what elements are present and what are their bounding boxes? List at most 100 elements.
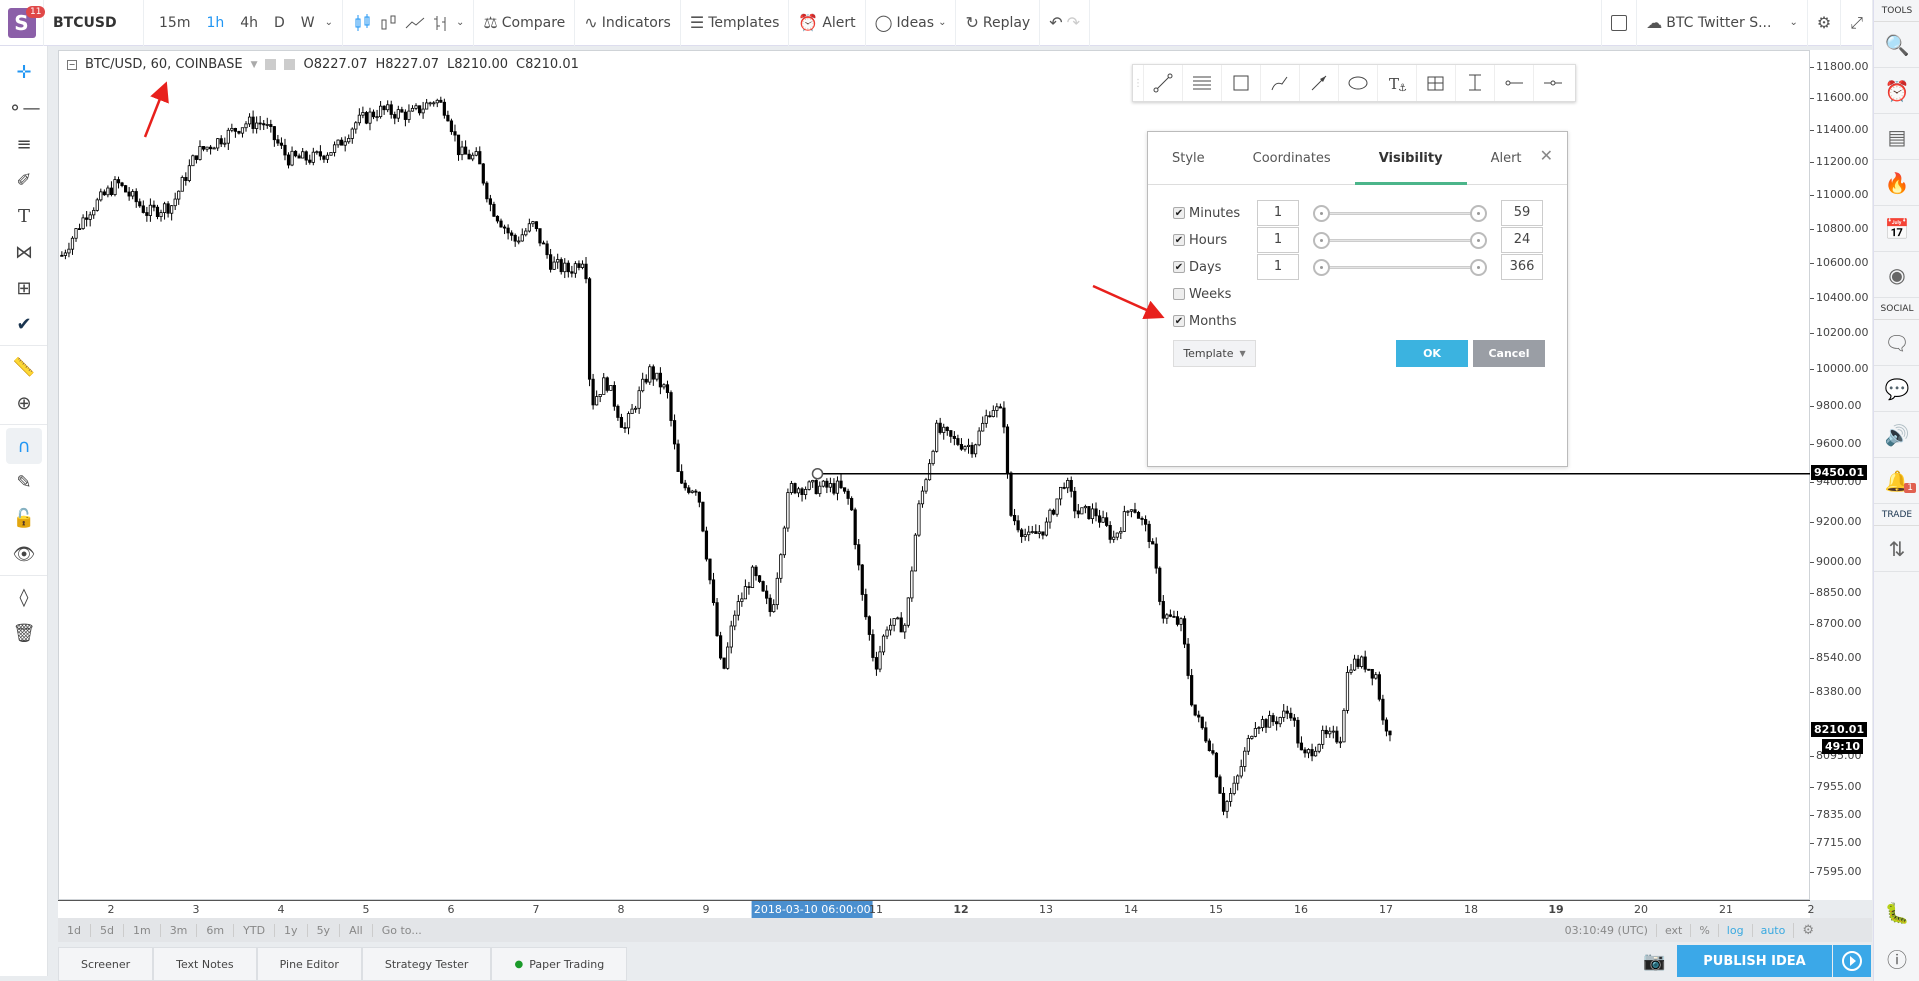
drag-handle[interactable]: ⋮	[1133, 65, 1143, 101]
settings-button[interactable]: ⚙	[1808, 0, 1842, 46]
tab-pine-editor[interactable]: Pine Editor	[256, 947, 362, 981]
range-6m[interactable]: 6m	[197, 923, 235, 937]
slider-min-handle[interactable]	[1313, 259, 1330, 276]
candles-icon[interactable]	[352, 13, 374, 33]
watchlist-icon[interactable]: 🔍	[1874, 22, 1919, 68]
trend-line-icon[interactable]	[1143, 65, 1182, 101]
replay-button[interactable]: ↻ Replay	[956, 0, 1041, 46]
range-slider[interactable]	[1313, 227, 1487, 253]
fullscreen-button[interactable]: ⤢	[1841, 0, 1872, 46]
prediction-tool[interactable]: ⊞	[0, 270, 48, 306]
template-dropdown[interactable]: Template ▼	[1173, 340, 1256, 367]
zoom-in-icon[interactable]: ⊕	[0, 385, 48, 421]
tab-paper-trading[interactable]: ● Paper Trading	[491, 947, 628, 981]
range-5d[interactable]: 5d	[91, 923, 124, 937]
range-all[interactable]: All	[340, 923, 373, 937]
ideas-button[interactable]: ◯ Ideas ⌄	[866, 0, 957, 46]
interval-d[interactable]: D	[268, 15, 291, 31]
indicators-button[interactable]: ∿ Indicators	[575, 0, 681, 46]
tab-style[interactable]: Style	[1148, 132, 1229, 185]
compare-button[interactable]: ⚖ Compare	[474, 0, 576, 46]
visibility-icon[interactable]	[265, 59, 277, 70]
lock-drawing-icon[interactable]: ✎	[0, 464, 48, 500]
checkbox-days[interactable]: ✔	[1173, 261, 1185, 273]
horizontal-line-icon[interactable]	[1533, 65, 1572, 101]
hotlist-flame-icon[interactable]: 🔥	[1874, 160, 1919, 206]
bug-icon[interactable]: 🐛	[1874, 890, 1919, 936]
bars-icon[interactable]	[430, 13, 452, 33]
checkbox-minutes[interactable]: ✔	[1173, 207, 1185, 219]
ok-button[interactable]: OK	[1396, 340, 1468, 367]
camera-icon[interactable]: 📷	[1643, 951, 1665, 972]
layout-name-button[interactable]: ☁ BTC Twitter S... ⌄	[1637, 0, 1808, 46]
user-menu-button[interactable]: S 11	[0, 0, 46, 46]
checkbox-hours[interactable]: ✔	[1173, 234, 1185, 246]
multi-chart-layout-button[interactable]	[1601, 0, 1638, 46]
tab-alert[interactable]: Alert	[1467, 132, 1546, 185]
checkbox-weeks[interactable]	[1173, 288, 1185, 300]
min-input[interactable]: 1	[1257, 200, 1299, 226]
slider-max-handle[interactable]	[1470, 232, 1487, 249]
notifications-bell-icon[interactable]: 🔔 1	[1874, 458, 1919, 504]
legend-title[interactable]: BTC/USD, 60, COINBASE	[85, 57, 243, 72]
trend-line-tool[interactable]: ⚬—	[0, 90, 48, 126]
alert-button[interactable]: ⏰ Alert	[789, 0, 866, 46]
max-input[interactable]: 366	[1501, 254, 1543, 280]
anchored-text-icon[interactable]: T ⚓	[1377, 65, 1416, 101]
range-1y[interactable]: 1y	[275, 923, 308, 937]
redo-icon[interactable]: ↷	[1067, 13, 1080, 32]
layers-icon[interactable]: ◊	[0, 579, 48, 615]
tab-strategy-tester[interactable]: Strategy Tester	[361, 947, 492, 981]
fib-tool[interactable]: ≡	[0, 126, 48, 162]
min-input[interactable]: 1	[1257, 227, 1299, 253]
alarm-clock-icon[interactable]: ⏰	[1874, 68, 1919, 114]
chevron-down-icon[interactable]: ⌄	[456, 17, 464, 28]
utc-clock[interactable]: 03:10:49 (UTC)	[1557, 924, 1656, 937]
brush-tool[interactable]: ✐	[0, 162, 48, 198]
ellipse-icon[interactable]	[1338, 65, 1377, 101]
settings-icon[interactable]	[284, 59, 296, 70]
interval-4h[interactable]: 4h	[234, 15, 264, 31]
range-1m[interactable]: 1m	[124, 923, 161, 937]
tab-coordinates[interactable]: Coordinates	[1229, 132, 1355, 185]
ruler-icon[interactable]: 📏	[0, 349, 48, 385]
tab-text-notes[interactable]: Text Notes	[153, 947, 257, 981]
slider-max-handle[interactable]	[1470, 205, 1487, 222]
range-slider[interactable]	[1313, 200, 1487, 226]
undo-icon[interactable]: ↶	[1049, 13, 1062, 32]
max-input[interactable]: 24	[1501, 227, 1543, 253]
long-position-icon[interactable]	[1416, 65, 1455, 101]
unlock-icon[interactable]: 🔓	[0, 500, 48, 536]
drawing-anchor-handle[interactable]	[811, 468, 824, 480]
play-circle-icon[interactable]	[1833, 945, 1871, 977]
range-slider[interactable]	[1313, 254, 1487, 280]
range-3m[interactable]: 3m	[161, 923, 198, 937]
price-axis[interactable]: 11800.00 11600.00 11400.00 11200.00 11000.00…	[1810, 50, 1872, 900]
collapse-icon[interactable]: −	[67, 59, 77, 70]
range-goto[interactable]: Go to...	[373, 924, 431, 937]
brush-icon[interactable]	[1260, 65, 1299, 101]
hollow-candles-icon[interactable]	[378, 13, 400, 33]
chevron-down-icon[interactable]: ⌄	[325, 17, 333, 28]
tab-screener[interactable]: Screener	[58, 947, 154, 981]
interval-15m[interactable]: 15m	[153, 15, 196, 31]
chat-icon[interactable]: 🗨	[1874, 320, 1919, 366]
trash-icon[interactable]: 🗑	[0, 615, 48, 651]
ideas-stream-icon[interactable]: 🔊	[1874, 412, 1919, 458]
templates-button[interactable]: ☰ Templates	[681, 0, 790, 46]
ideas-bulb-icon[interactable]: ◉	[1874, 252, 1919, 298]
line-chart-icon[interactable]	[404, 13, 426, 33]
price-range-icon[interactable]	[1455, 65, 1494, 101]
slider-min-handle[interactable]	[1313, 232, 1330, 249]
max-input[interactable]: 59	[1501, 200, 1543, 226]
checkbox-months[interactable]: ✔	[1173, 315, 1185, 327]
cancel-button[interactable]: Cancel	[1473, 340, 1545, 367]
crosshair-tool[interactable]: ✛	[0, 54, 48, 90]
rectangle-icon[interactable]	[1221, 65, 1260, 101]
range-5y[interactable]: 5y	[308, 923, 341, 937]
private-message-icon[interactable]: 💬	[1874, 366, 1919, 412]
calendar-icon[interactable]: 📅	[1874, 206, 1919, 252]
arrow-icon[interactable]	[1299, 65, 1338, 101]
news-icon[interactable]: ▤	[1874, 114, 1919, 160]
min-input[interactable]: 1	[1257, 254, 1299, 280]
